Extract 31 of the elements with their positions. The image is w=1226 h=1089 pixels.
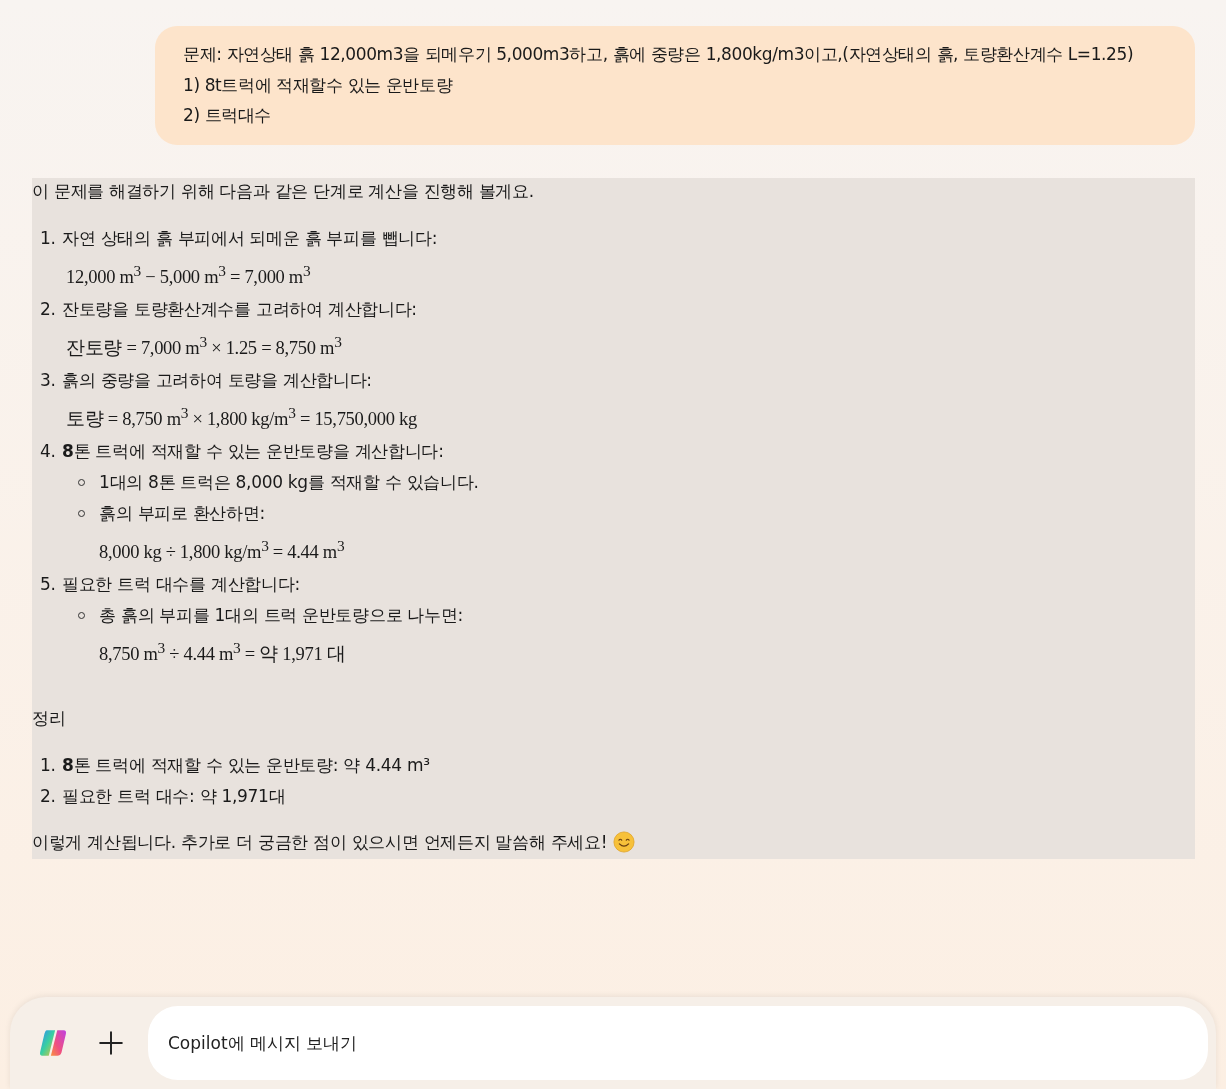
formula: 토량 = 8,750 m$^{3}$ × 1,800 kg/m$^{3}$ = 15,750,000 kg xyxy=(65,402,418,431)
message-line: 문제: 자연상태 흙 12,000m3을 되메우기 5,000m3하고, 흙에 중량은 1,800kg/m3이고,(자연상태의 흙, 토량환산계수 L=1.25) xyxy=(183,43,1135,66)
bullet-text: 총 흙의 부피를 1대의 트럭 운반토량으로 나누면: xyxy=(99,604,463,628)
summary-title: 정리 xyxy=(32,707,67,731)
bullet-text: 1대의 8톤 트럭은 8,000 kg를 적재할 수 있습니다. xyxy=(99,470,479,494)
formula: 8,000 kg ÷ 1,800 kg/m$^{3}$ = 4.44 m$^{3}$ xyxy=(98,535,346,565)
formula: 12,000 m$^{3}$ − 5,000 m$^{3}$ = 7,000 m$^{3}$ xyxy=(65,260,312,289)
smiling-emoji-icon xyxy=(613,831,636,854)
message-input-field[interactable]: Copilot에 메시지 보내기 xyxy=(148,1006,1208,1080)
formula: 8,750 m$^{3}$ ÷ 4.44 m$^{3}$ = 약 1,971 대 xyxy=(98,638,347,667)
summary-item: 필요한 트럭 대수: 약 1,971대 xyxy=(62,785,286,809)
intro-text: 이 문제를 해결하기 위해 다음과 같은 단계로 계산을 진행해 볼게요. xyxy=(32,179,535,203)
step-number: 3. xyxy=(40,368,57,392)
item-number: 1. xyxy=(40,754,57,778)
step-number: 5. xyxy=(40,573,57,597)
bullet-text: 흙의 부피로 환산하면: xyxy=(99,501,265,525)
step-number: 4. xyxy=(40,439,57,463)
item-number: 2. xyxy=(40,785,57,809)
step-text: 자연 상태의 흙 부피에서 되메운 흙 부피를 뺍니다: xyxy=(62,226,438,250)
step-text: 흙의 중량을 고려하여 토량을 계산합니다: xyxy=(62,368,372,392)
add-icon[interactable] xyxy=(98,1030,124,1056)
formula: 잔토량 = 7,000 m$^{3}$ × 1.25 = 8,750 m$^{3}$ xyxy=(65,331,343,360)
message-line: 2) 트럭대수 xyxy=(183,104,273,127)
step-number: 1. xyxy=(40,226,57,250)
step-number: 2. xyxy=(40,297,57,321)
message-line: 1) 8t트럭에 적재할수 있는 운반토량 xyxy=(183,73,454,97)
step-text: 필요한 트럭 대수를 계산합니다: xyxy=(62,573,300,597)
closing-text: 이렇게 계산됩니다. 추가로 더 궁금한 점이 있으시면 언제든지 말씀해 주세요! xyxy=(32,831,608,855)
summary-item: 8톤 트럭에 적재할 수 있는 운반토량: 약 4.44 m³ xyxy=(62,754,430,778)
step-text: 잔토량을 토량환산계수를 고려하여 계산합니다: xyxy=(62,297,417,321)
step-text: 8톤 트럭에 적재할 수 있는 운반토량을 계산합니다: xyxy=(62,439,444,463)
